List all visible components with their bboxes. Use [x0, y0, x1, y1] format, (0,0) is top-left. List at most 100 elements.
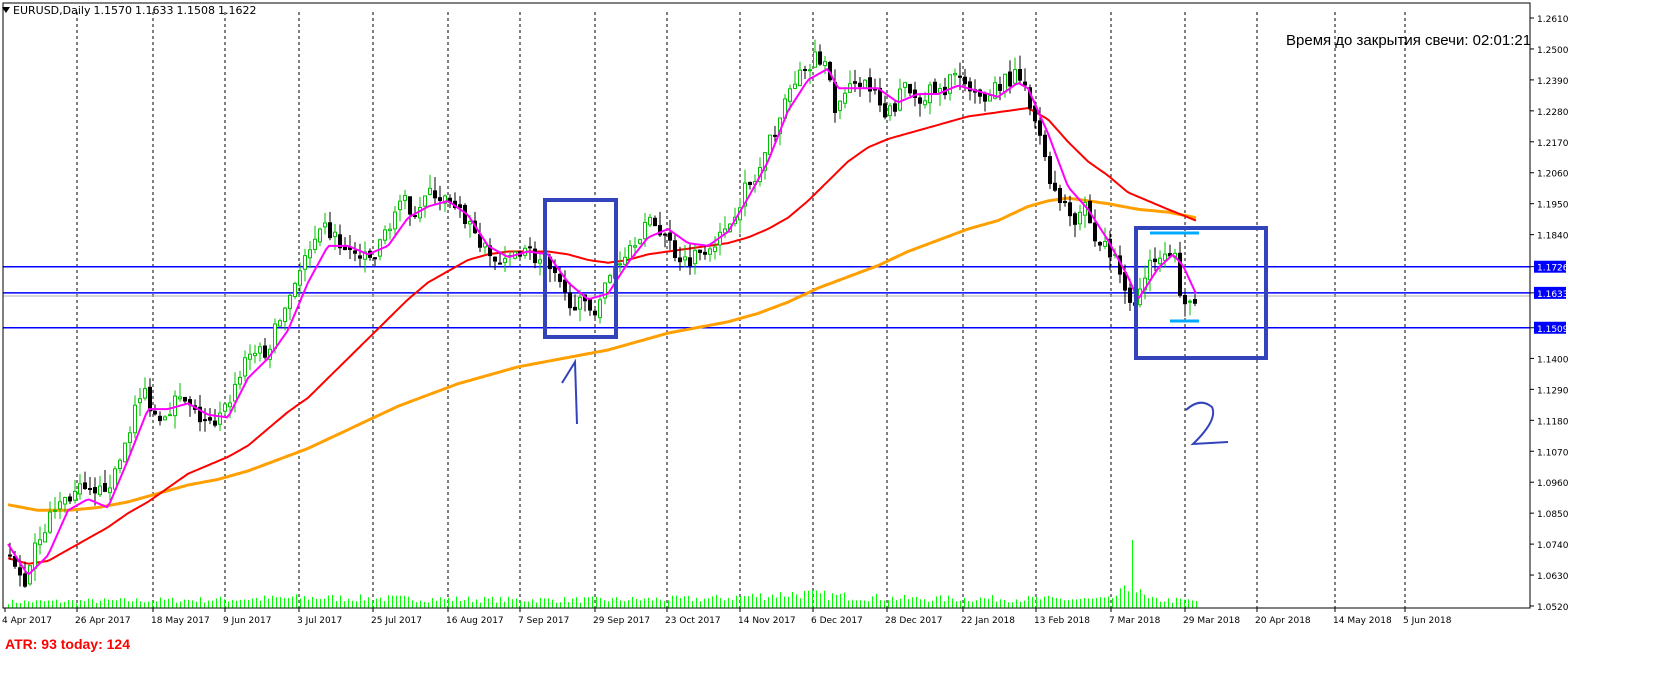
support-resistance-lines[interactable] [3, 265, 1530, 329]
candle-body [333, 231, 337, 238]
candle-body [1058, 188, 1062, 204]
candle-body [8, 554, 12, 557]
volume-bar [24, 600, 25, 608]
candle-body [143, 388, 147, 399]
candle-body [148, 386, 152, 412]
candle-body [428, 187, 432, 195]
candle-body [303, 255, 307, 270]
volume-bar [508, 596, 509, 608]
candle-body [708, 248, 712, 255]
volume-bar [16, 602, 17, 608]
volume-bar [520, 601, 521, 608]
volume-bar [468, 596, 469, 608]
candle-body [638, 239, 642, 244]
volume-bar [1076, 599, 1077, 608]
volume-bar [796, 594, 797, 608]
volume-bar [832, 593, 833, 608]
candle-body [273, 323, 277, 349]
volume-bar [1080, 598, 1081, 608]
volume-bar [332, 594, 333, 608]
volume-bar [68, 600, 69, 608]
volume-bar [48, 600, 49, 608]
volume-bar [576, 597, 577, 608]
volume-bar [948, 595, 949, 608]
candle-body [893, 103, 897, 112]
volume-bar [256, 597, 257, 608]
volume-bar [764, 599, 765, 608]
volume-bar [648, 597, 649, 608]
volume-bar [440, 597, 441, 608]
candle-body [283, 307, 287, 322]
candle-body [253, 352, 257, 357]
candle-body [998, 84, 1002, 91]
volume-bar [820, 593, 821, 608]
volume-bar [996, 601, 997, 608]
volume-bar [896, 600, 897, 608]
volume-bar [384, 601, 385, 608]
candle-body [588, 299, 592, 311]
collapse-triangle-icon[interactable] [2, 7, 10, 13]
candle-body [323, 222, 327, 228]
volume-bar [808, 590, 809, 608]
volume-bar [208, 600, 209, 608]
volume-bar [216, 598, 217, 608]
candle-body [898, 88, 902, 111]
volume-bar [88, 598, 89, 608]
volume-bar [388, 595, 389, 608]
volume-bar [32, 602, 33, 608]
candle-body [618, 263, 622, 266]
volume-bar [612, 598, 613, 608]
volume-bar [120, 598, 121, 608]
volume-bar [360, 594, 361, 608]
candle-body [1103, 240, 1107, 247]
drawn-annotations[interactable] [543, 198, 1268, 446]
plot-frame [2, 2, 1531, 609]
candle-body [1053, 182, 1057, 191]
volume-bar [580, 602, 581, 608]
candle-body [308, 249, 312, 259]
candle-body [648, 216, 652, 226]
candle-body [88, 488, 92, 491]
candle-body [1193, 299, 1197, 304]
candle-body [1078, 211, 1082, 225]
candle-body [1093, 222, 1097, 242]
volume-bar [868, 601, 869, 608]
volume-bar [628, 600, 629, 608]
chart-window[interactable]: 1.2610 1.2500 1.2390 1.2280 1.2170 1.2060 1.19… [0, 0, 1672, 673]
volume-bar [192, 600, 193, 608]
volume-bar [620, 600, 621, 608]
volume-bar [324, 598, 325, 608]
volume-bar [552, 599, 553, 608]
x-tick-label: 23 Oct 2017 [665, 616, 721, 626]
candle-body [843, 92, 847, 104]
volume-bar [1012, 602, 1013, 608]
candle-body [228, 402, 232, 408]
volume-bar [684, 596, 685, 608]
volume-bar [336, 600, 337, 608]
candle-body [573, 306, 577, 311]
candle-body [98, 485, 102, 496]
volume-bar [1164, 601, 1165, 608]
candle-body [353, 250, 357, 254]
volume-bar [136, 598, 137, 608]
candle-body [698, 249, 702, 253]
volume-bar [1044, 596, 1045, 608]
price-chart[interactable]: 1.2610 1.2500 1.2390 1.2280 1.2170 1.2060 1.19… [0, 0, 1672, 673]
volume-bar [1128, 591, 1129, 608]
candle-body [813, 51, 817, 68]
volume-bar [632, 596, 633, 608]
candle-body [183, 396, 187, 402]
candle-body [68, 496, 72, 502]
symbol-name: EURUSD,Daily [13, 4, 91, 17]
volume-bar [128, 601, 129, 608]
volume-bar [8, 604, 9, 608]
volume-bar [928, 601, 929, 608]
volume-bar [672, 595, 673, 608]
volume-bar [12, 599, 13, 608]
volume-bar [1176, 597, 1177, 608]
volume-bar [564, 596, 565, 608]
volume-bar [920, 599, 921, 608]
volume-bar [504, 601, 505, 608]
volume-bar [884, 600, 885, 608]
candle-body [43, 532, 47, 543]
